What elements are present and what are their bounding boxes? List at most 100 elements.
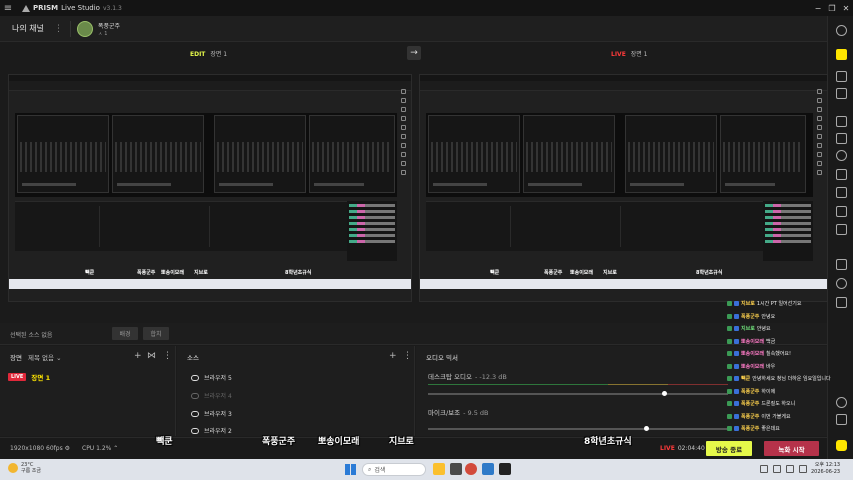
chat-icon[interactable]	[836, 71, 847, 82]
source-more-icon[interactable]: ⋮	[403, 351, 412, 361]
chat-text: 안녕요	[756, 326, 771, 332]
volume-knob[interactable]	[662, 391, 667, 396]
taskbar-clock[interactable]: 오후 12:13 2026-06-23	[811, 462, 840, 476]
overlay-name: 빽쿤	[156, 437, 173, 447]
prism-logo-icon	[22, 4, 30, 12]
share-icon[interactable]	[836, 414, 847, 425]
tray-chevron-icon[interactable]	[760, 465, 768, 473]
cpu-label: CPU 1.2%	[82, 445, 112, 452]
platform-icon	[734, 313, 739, 319]
window-icon[interactable]	[836, 224, 847, 235]
preview-name: 뽀송이모래	[570, 270, 594, 276]
add-source-icon[interactable]: +	[389, 351, 397, 361]
chat-line: 폭풍군주 좋은데요	[727, 425, 780, 432]
mic-audio-name: 마이크/보조	[428, 409, 461, 417]
pin-app-icon[interactable]	[836, 440, 847, 451]
chat-nick: 뽀송이모래	[741, 338, 765, 345]
scene-more-icon[interactable]: ⋮	[163, 351, 172, 361]
volume-knob[interactable]	[644, 426, 649, 431]
background-button[interactable]: 배경	[112, 327, 138, 340]
platform-icon	[734, 338, 739, 344]
studio-icon[interactable]	[836, 49, 847, 60]
chat-text: 안녕하세요 청님 더하운 임요일입니다	[752, 376, 831, 382]
live-time: 02:04:40	[677, 445, 705, 452]
sticker-icon[interactable]	[836, 187, 847, 198]
preview-taskbar	[420, 279, 827, 289]
live-preview[interactable]: 빽쿤 폭풍군주 뽀송이모래 지브로 8학년초규식	[419, 74, 828, 302]
scene-item[interactable]: LIVE 장면 1	[8, 372, 50, 382]
preview-screens	[426, 113, 813, 197]
profile-viewers: ㅅ 1	[98, 30, 108, 37]
source-item[interactable]: 브라우저 4	[191, 391, 232, 400]
live-tag: LIVE	[660, 445, 675, 452]
taskbar-search[interactable]: ⌕ 검색	[362, 463, 426, 476]
source-label: 브라우저 3	[204, 411, 232, 418]
account-icon[interactable]	[836, 25, 847, 36]
edit-tag: EDIT	[190, 51, 206, 58]
settings-icon[interactable]	[836, 278, 847, 289]
windows-start-icon[interactable]	[345, 464, 356, 475]
mic-audio-label: 마이크/보조 - 9.5 dB	[428, 407, 489, 417]
file-explorer-icon[interactable]	[433, 463, 445, 475]
chrome-icon[interactable]	[465, 463, 477, 475]
app-name: PRISM	[33, 4, 59, 12]
image-icon[interactable]	[836, 133, 847, 144]
desktop-volume-slider[interactable]	[428, 391, 728, 396]
source-label: 브라우저 4	[204, 393, 232, 400]
scene-collection-dropdown[interactable]: 제목 없음 ⌄	[28, 352, 62, 362]
keyboard-icon[interactable]	[799, 465, 807, 473]
layers-icon[interactable]	[836, 116, 847, 127]
avatar[interactable]	[77, 20, 93, 37]
start-recording-button[interactable]: 녹화 시작	[764, 441, 819, 456]
camera-icon[interactable]	[836, 206, 847, 217]
kebab-icon[interactable]: ⋮	[54, 24, 64, 34]
link-icon	[191, 427, 199, 434]
taskview-icon[interactable]	[450, 463, 462, 475]
scene-panel: 장면 제목 없음 ⌄ + ⋈ ⋮ LIVE 장면 1	[0, 346, 176, 436]
end-broadcast-button[interactable]: 방송 종료	[706, 441, 752, 456]
desktop-audio-label: 데스크탑 오디오 - -12.3 dB	[428, 371, 507, 381]
hamburger-menu-icon[interactable]: ≡	[0, 0, 16, 16]
split-icon[interactable]: ⋈	[147, 351, 156, 361]
edit-preview[interactable]: 빽쿤 폭풍군주 뽀송이모래 지브로 8학년초규식	[8, 74, 412, 302]
divider	[70, 20, 71, 37]
channel-bar: 나의 채널 ⋮ 폭풍군주 ㅅ 1	[0, 16, 827, 42]
merge-button[interactable]: 합치	[143, 327, 169, 340]
volume-icon[interactable]	[786, 465, 794, 473]
chat-bubble-icon[interactable]	[836, 297, 847, 308]
help-icon[interactable]	[836, 397, 847, 408]
my-channel-label[interactable]: 나의 채널	[12, 23, 54, 34]
network-icon[interactable]	[773, 465, 781, 473]
overlay-name: 8학년초규식	[584, 437, 632, 447]
source-item[interactable]: 브라우저 2	[191, 426, 232, 435]
transition-arrow-button[interactable]: →	[407, 46, 421, 60]
viewer-icon[interactable]	[836, 88, 847, 99]
badge-icon	[727, 301, 732, 306]
palette-icon[interactable]	[836, 150, 847, 161]
desktop-audio-db: - -12.3 dB	[474, 373, 507, 381]
close-button[interactable]: ✕	[839, 0, 853, 16]
badge-icon	[727, 426, 732, 431]
prism-taskbar-icon[interactable]	[499, 463, 511, 475]
store-icon[interactable]	[482, 463, 494, 475]
source-item[interactable]: 브라우저 5	[191, 373, 232, 382]
mode-bar: EDIT 장면 1 → LIVE 장면 1	[0, 43, 827, 63]
cpu-usage[interactable]: CPU 1.2% ⌃	[82, 445, 118, 452]
chat-line: 폭풍군주 이번 가볼게요	[727, 413, 791, 420]
badge-icon	[727, 388, 732, 394]
mic-volume-slider[interactable]	[428, 426, 728, 431]
maximize-button[interactable]: ❐	[825, 0, 839, 16]
music-icon[interactable]	[836, 169, 847, 180]
badge-icon	[727, 338, 732, 344]
weather-widget[interactable]: 23°C 구름 조금	[8, 462, 41, 474]
add-scene-icon[interactable]: +	[134, 351, 142, 361]
alert-icon[interactable]	[836, 259, 847, 270]
source-item[interactable]: 브라우저 3	[191, 409, 232, 418]
search-placeholder: 검색	[374, 467, 386, 474]
minimize-button[interactable]: −	[811, 0, 825, 16]
source-panel-title: 소스	[187, 354, 199, 362]
chat-line: 빽쿤 안녕하세요 청님 더하운 임요일입니다	[727, 375, 831, 382]
app-logo: PRISM Live Studio v3.1.3	[22, 4, 122, 12]
window-controls: − ❐ ✕	[811, 0, 853, 16]
preview-name-row: 빽쿤 폭풍군주 뽀송이모래 지브로 8학년초규식	[9, 269, 411, 279]
